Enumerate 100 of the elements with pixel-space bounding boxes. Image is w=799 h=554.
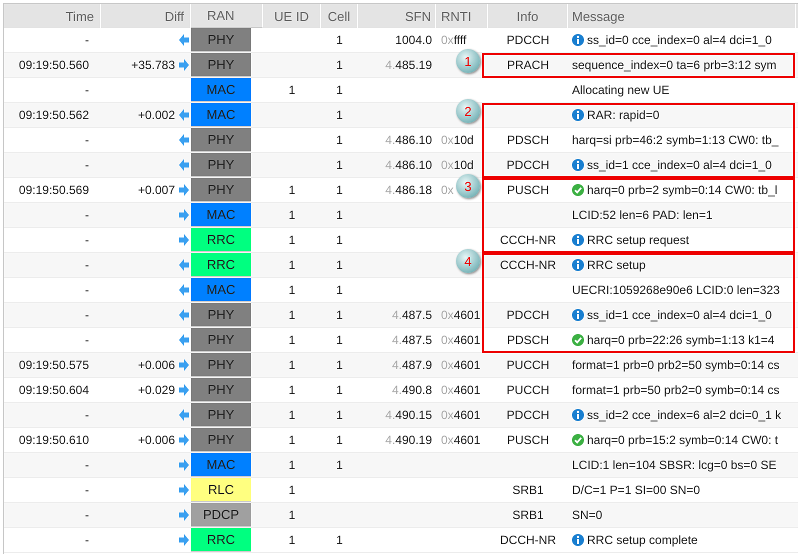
time-text: - [85,458,89,472]
sfn-text: 4.487.9 [392,358,432,372]
cell-text: 1 [336,133,343,147]
message-text: format=1 prb=50 prb2=0 symb=0:14 cs [572,383,780,397]
sfn-text: 4.490.15 [385,408,432,422]
message-text: RRC setup request [587,233,690,247]
sfn-text: 4.485.19 [385,58,432,72]
message-text: SN=0 [572,508,602,522]
layer-label: RLC [191,478,251,502]
sfn-text: 4.487.5 [392,308,432,322]
ue-id-text: 1 [288,433,296,447]
time-text: - [85,233,89,247]
time-text: - [85,133,89,147]
info-text: PRACH [506,58,549,72]
time-text: - [85,483,89,497]
ue-id-text: 1 [288,283,296,297]
rnti-text: 0x [441,183,454,197]
time-text: - [85,283,89,297]
layer-label: MAC [191,103,251,127]
layer-label: PHY [191,153,251,177]
time-text: - [85,508,89,522]
diff-text: +0.006 [138,433,175,447]
message-text: RAR: rapid=0 [587,108,660,122]
time-text: - [85,408,89,422]
info-text: PDCCH [506,408,550,422]
layer-label: MAC [191,78,251,102]
cell-text: 1 [336,358,343,372]
rnti-text: 0x4601 [441,408,480,422]
time-text: 09:19:50.575 [18,358,89,372]
diff-text: +0.006 [138,358,175,372]
info-text: SRB1 [512,508,544,522]
message-text: harq=0 prb=15:2 symb=0:14 CW0: t [587,433,778,447]
info-text: CCCH-NR [500,233,556,247]
cell-text: 1 [336,158,343,172]
layer-label: PHY [191,378,251,402]
cell-text: 1 [336,283,343,297]
layer-label: MAC [191,278,251,302]
cell-text: 1 [336,408,343,422]
ue-id-text: 1 [288,533,296,547]
time-text: - [85,83,89,97]
cell-text: 1 [336,383,343,397]
info-text: PUCCH [506,358,550,372]
cell-text: 1 [336,58,343,72]
message-text: LCID:52 len=6 PAD: len=1 [572,208,713,222]
cell-text: 1 [336,333,343,347]
layer-label: PHY [191,178,251,202]
layer-label: MAC [191,203,251,227]
cell-text: 1 [336,108,343,122]
message-text: format=1 prb=0 prb2=50 symb=0:14 cs [572,358,780,372]
layer-label: RRC [191,253,251,277]
message-text: UECRI:1059268e90e6 LCID:0 len=323 [572,283,780,297]
ue-id-text: 1 [288,233,296,247]
cell-text: 1 [336,533,343,547]
message-text: ss_id=2 cce_index=6 al=2 dci=0_1 k [587,408,782,422]
message-text: harq=0 prb=22:26 symb=1:13 k1=4 [587,333,774,347]
info-text: DCCH-NR [500,533,556,547]
time-text: - [85,308,89,322]
rnti-text: 0x4601 [441,308,480,322]
info-text: PDCCH [506,308,550,322]
sfn-text: 4.490.19 [385,433,432,447]
ue-id-text: 1 [288,208,296,222]
layer-label: PHY [191,28,251,52]
ue-id-text: 1 [288,258,296,272]
message-text: D/C=1 P=1 SI=00 SN=0 [572,483,700,497]
layer-label: RRC [191,228,251,252]
rnti-text: 0x4601 [441,358,480,372]
time-text: - [85,533,89,547]
time-text: 09:19:50.562 [18,108,89,122]
layer-label: PHY [191,403,251,427]
time-text: 09:19:50.610 [18,433,89,447]
layer-label: PHY [191,53,251,77]
rnti-text: 0x10d [441,158,474,172]
message-text: ss_id=0 cce_index=0 al=4 dci=1_0 [587,33,772,47]
ue-id-text: 1 [288,383,296,397]
info-text: PDSCH [506,333,549,347]
message-text: harq=0 prb=2 symb=0:14 CW0: tb_l [587,183,778,197]
time-text: 09:19:50.604 [18,383,89,397]
diff-text: +0.029 [138,383,175,397]
rnti-text: 0x10d [441,133,474,147]
cell-text: 1 [336,433,343,447]
diff-text: +0.007 [138,183,175,197]
diff-text: +0.002 [138,108,175,122]
sfn-text: 4.490.8 [392,383,432,397]
ue-id-text: 1 [288,308,296,322]
cell-text: 1 [336,183,343,197]
message-text: ss_id=1 cce_index=0 al=4 dci=1_0 [587,158,772,172]
info-text: PUCCH [506,383,550,397]
time-text: 09:19:50.569 [18,183,89,197]
ue-id-text: 1 [288,333,296,347]
message-text: RRC setup [587,258,646,272]
ue-id-text: 1 [288,83,296,97]
message-text: sequence_index=0 ta=6 prb=3:12 sym [572,58,776,72]
diff-text: +35.783 [131,58,175,72]
message-text: ss_id=1 cce_index=0 al=4 dci=1_0 [587,308,772,322]
ue-id-text: 1 [288,408,296,422]
rnti-text: 0xffff [441,33,466,47]
sfn-text: 4.486.10 [385,158,432,172]
cell-text: 1 [336,83,343,97]
sfn-text: 4.486.10 [385,133,432,147]
cell-text: 1 [336,233,343,247]
